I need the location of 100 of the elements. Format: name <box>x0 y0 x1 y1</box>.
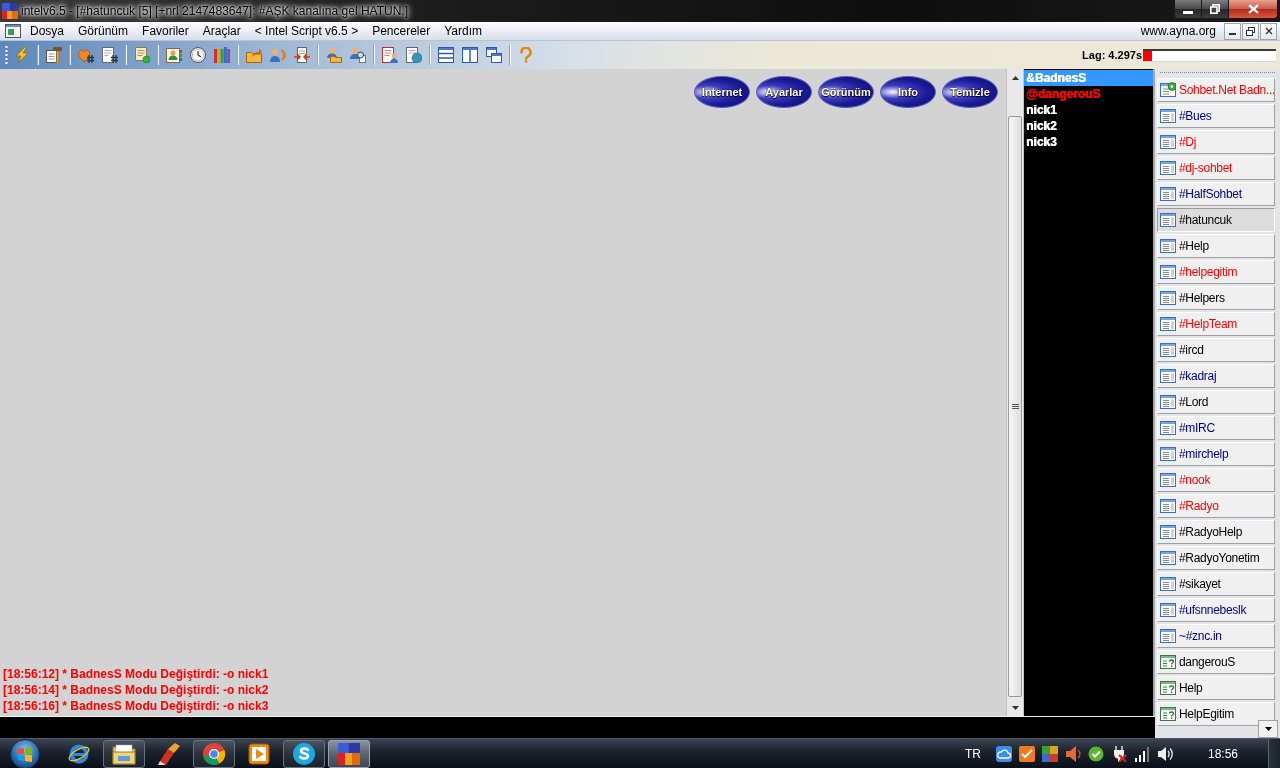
columns-icon[interactable] <box>462 47 478 63</box>
switchbar-button[interactable]: #Help <box>1157 234 1275 258</box>
person-folder-icon[interactable] <box>326 47 342 63</box>
nick-list-item[interactable]: nick3 <box>1024 134 1153 150</box>
clock-time[interactable]: 18:56 <box>1207 744 1238 763</box>
window-question-icon <box>1160 680 1176 696</box>
restore-icon <box>1210 4 1220 14</box>
taskbar-button[interactable] <box>193 739 235 768</box>
check-circle-icon[interactable] <box>1087 745 1104 762</box>
nick-list-item[interactable]: @dangerouS <box>1024 86 1153 102</box>
window-list-icon <box>1160 316 1176 332</box>
menu-item[interactable]: Yardım <box>437 22 489 40</box>
taskbar-button[interactable] <box>283 739 325 768</box>
segmented-circle-icon <box>202 741 226 766</box>
switchbar-button[interactable]: #dj-sohbet <box>1157 156 1275 180</box>
hammer-page-icon[interactable] <box>46 47 62 63</box>
switchbar-button[interactable]: #kadraj <box>1157 364 1275 388</box>
heart-hash-icon[interactable] <box>78 47 94 63</box>
language-indicator[interactable]: TR <box>964 744 981 763</box>
switchbar-button[interactable]: #Bues <box>1157 104 1275 128</box>
switchbar-button[interactable]: dangerouS <box>1157 650 1275 674</box>
switchbar-button[interactable]: Help <box>1157 676 1275 700</box>
switchbar-button[interactable]: #Dj <box>1157 130 1275 154</box>
caret-up-icon <box>1011 75 1019 80</box>
chat-action-button[interactable]: Ayarlar <box>756 76 812 108</box>
flag-icon <box>17 745 33 762</box>
switchbar-button[interactable]: #HelpTeam <box>1157 312 1275 336</box>
chat-action-button[interactable]: Info <box>880 76 936 108</box>
switchbar-button[interactable]: #mirchelp <box>1157 442 1275 466</box>
menu-item[interactable]: Araçlar <box>195 22 248 40</box>
close-icon <box>1264 27 1273 35</box>
volume-icon[interactable] <box>1156 745 1173 762</box>
window-list-icon <box>1160 108 1176 124</box>
window-icon[interactable] <box>5 24 21 38</box>
window-question-icon <box>1160 654 1176 670</box>
grip-icon <box>1011 404 1019 409</box>
switchbar-button[interactable]: #ufsnnebeslk <box>1157 598 1275 622</box>
switchbar-button[interactable]: ~#znc.in <box>1157 624 1275 648</box>
person-phone-icon[interactable] <box>270 47 286 63</box>
menu-item[interactable]: < Intel Script v6.5 > <box>247 22 366 40</box>
chat-message: [18:56:14] * BadnesS Modu Değiştirdi: -o nick2 <box>3 682 270 698</box>
window-list-icon <box>1160 524 1176 540</box>
window-list-icon <box>1160 628 1176 644</box>
cloud-icon[interactable] <box>995 745 1012 762</box>
message-input[interactable] <box>0 716 1155 738</box>
chat-message: [18:56:16] * BadnesS Modu Değiştirdi: -o nick3 <box>3 698 270 714</box>
nick-list-item[interactable]: nick1 <box>1024 102 1153 118</box>
switchbar-button[interactable]: #Radyo <box>1157 494 1275 518</box>
restore-button[interactable] <box>1242 22 1259 40</box>
switchbar-button[interactable]: #Lord <box>1157 390 1275 414</box>
switchbar-button[interactable]: #ircd <box>1157 338 1275 362</box>
clock-icon[interactable] <box>190 47 206 63</box>
color-squares-icon[interactable] <box>1041 745 1058 762</box>
restore-button[interactable] <box>1202 0 1229 19</box>
chat-action-button[interactable]: Temizle <box>942 76 998 108</box>
switchbar-button[interactable]: #sikayet <box>1157 572 1275 596</box>
switchbar-button[interactable]: HelpEgitim <box>1157 702 1275 726</box>
switchbar-button[interactable]: #HalfSohbet <box>1157 182 1275 206</box>
minimize-button[interactable] <box>1224 22 1241 40</box>
lag-label: Lag: 4.297s <box>1082 47 1142 63</box>
rows-icon[interactable] <box>438 47 454 63</box>
play-icon <box>247 741 271 766</box>
check-tile-icon[interactable] <box>1018 745 1035 762</box>
switchbar-button[interactable]: #nook <box>1157 468 1275 492</box>
taskbar-button[interactable] <box>103 739 145 768</box>
speaker-cone-icon[interactable] <box>1064 745 1081 762</box>
menu-item[interactable]: Görünüm <box>71 22 136 40</box>
switchbar-button[interactable]: #RadyoHelp <box>1157 520 1275 544</box>
menu-item[interactable]: Pencereler <box>365 22 438 40</box>
start-button[interactable] <box>10 738 40 768</box>
close-button[interactable] <box>1229 0 1278 19</box>
circle-logo-icon <box>292 741 316 766</box>
switchbar-scroll-button[interactable] <box>1258 720 1278 738</box>
menu-item[interactable]: Dosya <box>23 22 71 40</box>
chat-action-button[interactable]: Görünüm <box>818 76 874 108</box>
page-globe-icon[interactable] <box>406 47 422 63</box>
switchbar-button[interactable]: #helpegitim <box>1157 260 1275 284</box>
scroll-thumb[interactable] <box>1008 116 1022 697</box>
lightning-icon[interactable] <box>14 47 30 63</box>
switchbar-button[interactable]: #mIRC <box>1157 416 1275 440</box>
switchbar-button[interactable]: #RadyoYonetim <box>1157 546 1275 570</box>
signal-bars-icon[interactable] <box>1133 745 1150 762</box>
nick-list-item[interactable]: nick2 <box>1024 118 1153 134</box>
page-hash-icon[interactable] <box>102 47 118 63</box>
minimize-icon <box>1183 10 1193 14</box>
switchbar-button[interactable]: #Helpers <box>1157 286 1275 310</box>
books-icon[interactable] <box>214 47 230 63</box>
chat-action-button[interactable]: Internet <box>694 76 750 108</box>
cascade-icon[interactable] <box>486 47 502 63</box>
page-person-icon[interactable] <box>382 47 398 63</box>
person-search-icon[interactable] <box>350 47 366 63</box>
close-button[interactable] <box>1260 22 1277 40</box>
minimize-button[interactable] <box>1174 0 1202 19</box>
grip-icon[interactable] <box>5 46 8 64</box>
switchbar-button[interactable]: #hatuncuk <box>1157 208 1275 232</box>
menu-item[interactable]: Favoriler <box>135 22 196 40</box>
pencil-icon <box>157 741 181 766</box>
address-book-icon[interactable] <box>166 47 182 63</box>
switchbar-button[interactable]: Sohbet.Net Badn... <box>1157 78 1275 102</box>
page-arrows-icon[interactable] <box>294 47 310 63</box>
